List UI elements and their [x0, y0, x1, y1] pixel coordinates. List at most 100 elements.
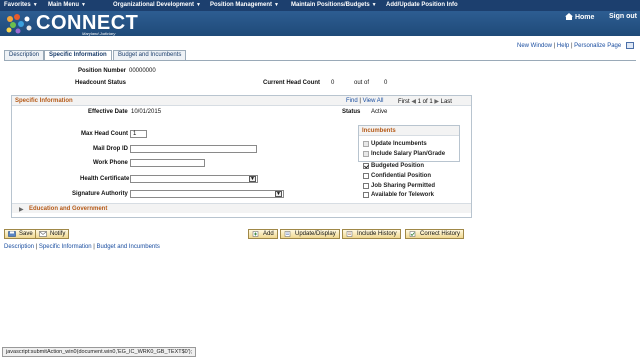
chevron-down-icon: ▼: [32, 2, 38, 8]
tab-underline: [4, 60, 636, 61]
add-icon: [252, 231, 259, 237]
mail-drop-id-label: Mail Drop ID: [93, 146, 129, 152]
page-utility-links: New Window | Help | Personalize Page: [517, 42, 634, 49]
add-button[interactable]: Add: [248, 229, 278, 239]
confidential-position-label: Confidential Position: [371, 173, 431, 179]
nav-maintain-positions-label: Maintain Positions/Budgets: [291, 2, 370, 8]
top-navigation-bar: Favorites ▼ Main Menu ▼ Organizational Dev…: [0, 0, 640, 11]
signature-authority-select[interactable]: ▼: [130, 190, 284, 198]
bottom-link-specific-information[interactable]: Specific Information: [39, 244, 92, 250]
chevron-down-icon: ▼: [371, 2, 377, 8]
browser-status-bar: javascript:submitAction_win0(document.wi…: [2, 347, 197, 357]
add-button-label: Add: [263, 231, 274, 237]
include-history-button[interactable]: Include History: [342, 229, 401, 239]
tab-description[interactable]: Description: [4, 50, 45, 60]
include-salary-checkbox[interactable]: [363, 151, 369, 157]
home-link[interactable]: Home: [565, 13, 594, 21]
effective-date-value: 10/01/2015: [131, 109, 162, 115]
tab-budget-and-incumbents[interactable]: Budget and Incumbents: [113, 50, 187, 60]
health-certificate-label: Health Certificate: [80, 176, 130, 182]
nav-organizational-development[interactable]: Organizational Development ▼: [113, 2, 201, 8]
correct-history-button[interactable]: Correct History: [405, 229, 465, 239]
help-link[interactable]: Help: [557, 43, 569, 49]
new-window-link[interactable]: New Window: [517, 43, 552, 49]
save-button-label: Save: [19, 231, 33, 237]
last-link[interactable]: Last: [441, 99, 452, 105]
job-sharing-label: Job Sharing Permitted: [371, 183, 436, 189]
education-government-section[interactable]: ▶ Education and Government: [12, 203, 471, 213]
personalize-page-link[interactable]: Personalize Page: [574, 43, 621, 49]
group-header: Specific Information Find | View All Fir…: [12, 96, 471, 106]
save-button[interactable]: Save: [4, 229, 37, 239]
current-head-count-value: 0: [331, 80, 335, 86]
nav-add-update-label: Add/Update Position Info: [386, 2, 458, 8]
expand-triangle-icon[interactable]: ▶: [19, 206, 24, 213]
budgeted-position-checkbox[interactable]: [363, 163, 369, 169]
work-phone-label: Work Phone: [93, 160, 128, 166]
budgeted-position-label: Budgeted Position: [371, 163, 424, 169]
nav-org-dev-label: Organizational Development: [113, 2, 195, 8]
notify-button-label: Notify: [50, 231, 66, 237]
confidential-position-checkbox[interactable]: [363, 173, 369, 179]
separator: |: [359, 98, 361, 104]
incumbents-header: Incumbents: [359, 126, 459, 136]
find-link[interactable]: Find: [346, 98, 358, 104]
nav-maintain-positions[interactable]: Maintain Positions/Budgets ▼: [291, 2, 377, 8]
separator: |: [570, 43, 573, 50]
chevron-down-icon: ▼: [274, 2, 279, 8]
separator: |: [93, 244, 95, 250]
status-label: Status: [342, 109, 361, 115]
previous-icon[interactable]: ◀: [411, 99, 416, 105]
out-of-label: out of: [354, 80, 370, 86]
group-title: Specific Information: [15, 98, 73, 104]
bottom-link-description[interactable]: Description: [4, 244, 34, 250]
home-icon: [565, 13, 573, 20]
envelope-icon: [39, 231, 47, 237]
group-navigation: Find | View All: [346, 98, 383, 104]
max-head-count-input[interactable]: 1: [130, 130, 147, 138]
headcount-status-label: Headcount Status: [75, 80, 127, 86]
include-salary-label: Include Salary Plan/Grade: [371, 151, 446, 157]
pager-count: 1 of 1: [417, 99, 433, 105]
connect-logo-icon: [6, 14, 32, 34]
available-for-telework-checkbox[interactable]: [363, 192, 369, 198]
group-pager: First ◀ 1 of 1 ▶ Last: [398, 98, 452, 105]
position-number-value: 00000000: [129, 68, 156, 74]
nav-favorites[interactable]: Favorites ▼: [4, 2, 38, 8]
sign-out-link[interactable]: Sign out: [609, 13, 637, 20]
update-display-button[interactable]: Update/Display: [280, 229, 340, 239]
update-incumbents-checkbox[interactable]: [363, 141, 369, 147]
view-all-link[interactable]: View All: [363, 98, 384, 104]
chevron-down-icon: ▼: [81, 2, 86, 8]
nav-add-update-position[interactable]: Add/Update Position Info: [386, 2, 458, 8]
update-display-button-label: Update/Display: [295, 231, 336, 237]
first-link[interactable]: First: [398, 99, 410, 105]
update-display-icon: [284, 231, 291, 237]
correct-history-button-label: Correct History: [420, 231, 461, 237]
update-incumbents-label: Update Incumbents: [371, 141, 427, 147]
include-history-button-label: Include History: [357, 231, 397, 237]
mail-drop-id-input[interactable]: [130, 145, 257, 153]
chevron-down-icon[interactable]: ▼: [249, 176, 256, 182]
job-sharing-checkbox[interactable]: [363, 183, 369, 189]
nav-position-management[interactable]: Position Management ▼: [210, 2, 279, 8]
position-number-label: Position Number: [78, 68, 127, 74]
chevron-down-icon: ▼: [196, 2, 201, 8]
separator: |: [35, 244, 38, 250]
notify-button[interactable]: Notify: [35, 229, 70, 239]
health-certificate-select[interactable]: ▼: [130, 175, 258, 183]
nav-main-menu[interactable]: Main Menu ▼: [48, 2, 86, 8]
next-icon[interactable]: ▶: [434, 99, 439, 105]
nav-favorites-label: Favorites: [4, 2, 31, 8]
work-phone-input[interactable]: [130, 159, 205, 167]
effective-date-label: Effective Date: [88, 109, 128, 115]
save-icon: [8, 231, 16, 237]
bottom-link-budget-and-incumbents[interactable]: Budget and Incumbents: [97, 244, 160, 250]
logo-subtitle: Maryland Judiciary: [82, 31, 116, 36]
correct-history-icon: [409, 231, 416, 237]
chevron-down-icon[interactable]: ▼: [275, 191, 282, 197]
page-options-icon[interactable]: [625, 42, 634, 49]
header-banner: CONNECT Maryland Judiciary Home Sign out: [0, 11, 640, 36]
bottom-page-links: Description | Specific Information | Bud…: [4, 244, 160, 250]
include-history-icon: [346, 231, 353, 237]
